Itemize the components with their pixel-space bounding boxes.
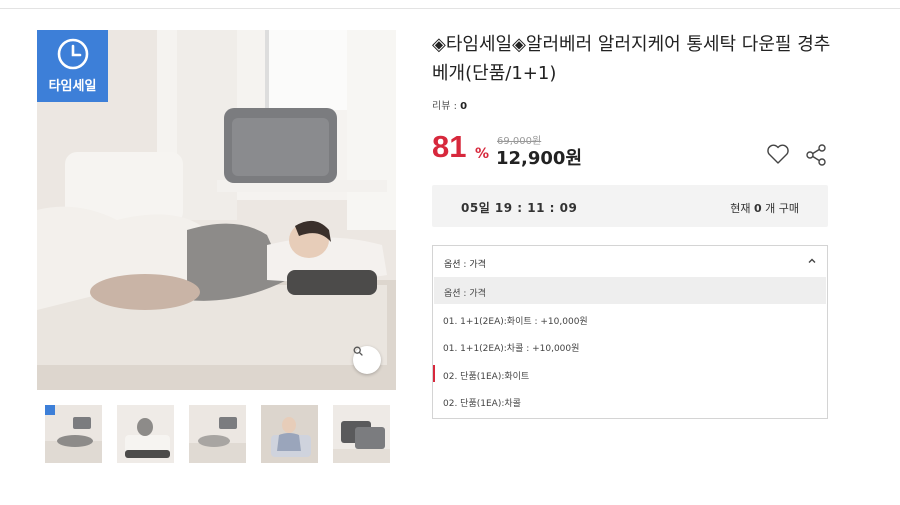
share-icon xyxy=(806,144,826,166)
thumbnail-image xyxy=(45,405,102,463)
thumbnail-image xyxy=(117,405,174,463)
option-item[interactable]: 옵션 : 가격 xyxy=(434,277,826,304)
sale-price: 12,900원 xyxy=(496,148,583,169)
option-item-label: 02. 단품(1EA):화이트 xyxy=(443,372,530,382)
search-icon xyxy=(353,346,363,356)
option-item-label: 02. 단품(1EA):차콜 xyxy=(443,399,521,409)
purchase-count: 현재 0 개 구매 xyxy=(730,200,799,216)
option-item[interactable]: 01. 1+1(2EA):차콜 : +10,000원 xyxy=(433,332,827,359)
thumbnail-5[interactable] xyxy=(333,405,390,463)
option-item-label: 01. 1+1(2EA):화이트 : +10,000원 xyxy=(443,317,588,327)
review-number: 0 xyxy=(460,101,468,112)
top-divider xyxy=(0,8,900,9)
thumbnail-4[interactable] xyxy=(261,405,318,463)
purchase-count-suffix: 개 구매 xyxy=(761,202,799,215)
review-count[interactable]: 리뷰 : 0 xyxy=(432,97,467,112)
purchase-count-prefix: 현재 xyxy=(730,202,754,215)
clock-icon xyxy=(57,38,89,70)
share-button[interactable] xyxy=(804,143,828,167)
option-select-label: 옵션 : 가격 xyxy=(444,260,486,270)
discount-rate: 81 xyxy=(432,129,467,164)
thumbnail-3[interactable] xyxy=(189,405,246,463)
discount-percent-sign: % xyxy=(475,146,490,162)
thumbnail-2[interactable] xyxy=(117,405,174,463)
option-select[interactable]: 옵션 : 가격 옵션 : 가격 01. 1+1(2EA):화이트 : +10,0… xyxy=(432,245,828,419)
option-item-label: 옵션 : 가격 xyxy=(444,289,486,299)
thumbnail-1[interactable] xyxy=(45,405,102,463)
thumbnail-image xyxy=(189,405,246,463)
timesale-timer: 05일 19 : 11 : 09 현재 0 개 구매 xyxy=(432,185,828,227)
option-item[interactable]: 01. 1+1(2EA):화이트 : +10,000원 xyxy=(433,305,827,332)
heart-icon xyxy=(767,144,789,164)
option-item[interactable]: 02. 단품(1EA):화이트 xyxy=(433,360,827,387)
timesale-badge-label: 타임세일 xyxy=(48,79,97,94)
option-item[interactable]: 02. 단품(1EA):차콜 xyxy=(433,387,827,414)
timesale-badge: 타임세일 xyxy=(37,30,108,102)
option-item-label: 01. 1+1(2EA):차콜 : +10,000원 xyxy=(443,344,580,354)
thumbnail-image xyxy=(261,405,318,463)
product-title: ◈타임세일◈알러베러 알러지케어 통세탁 다운필 경추 베개(단품/1+1) xyxy=(432,34,831,84)
purchase-count-number: 0 xyxy=(753,202,762,215)
main-product-image[interactable]: 타임세일 xyxy=(37,30,396,390)
countdown-timer: 05일 19 : 11 : 09 xyxy=(461,201,578,215)
chevron-up-icon xyxy=(808,258,816,263)
zoom-button[interactable] xyxy=(353,346,381,374)
option-select-header[interactable]: 옵션 : 가격 xyxy=(433,246,827,277)
review-label: 리뷰 : xyxy=(432,101,461,112)
wishlist-button[interactable] xyxy=(766,143,790,165)
thumbnail-image xyxy=(333,405,390,463)
